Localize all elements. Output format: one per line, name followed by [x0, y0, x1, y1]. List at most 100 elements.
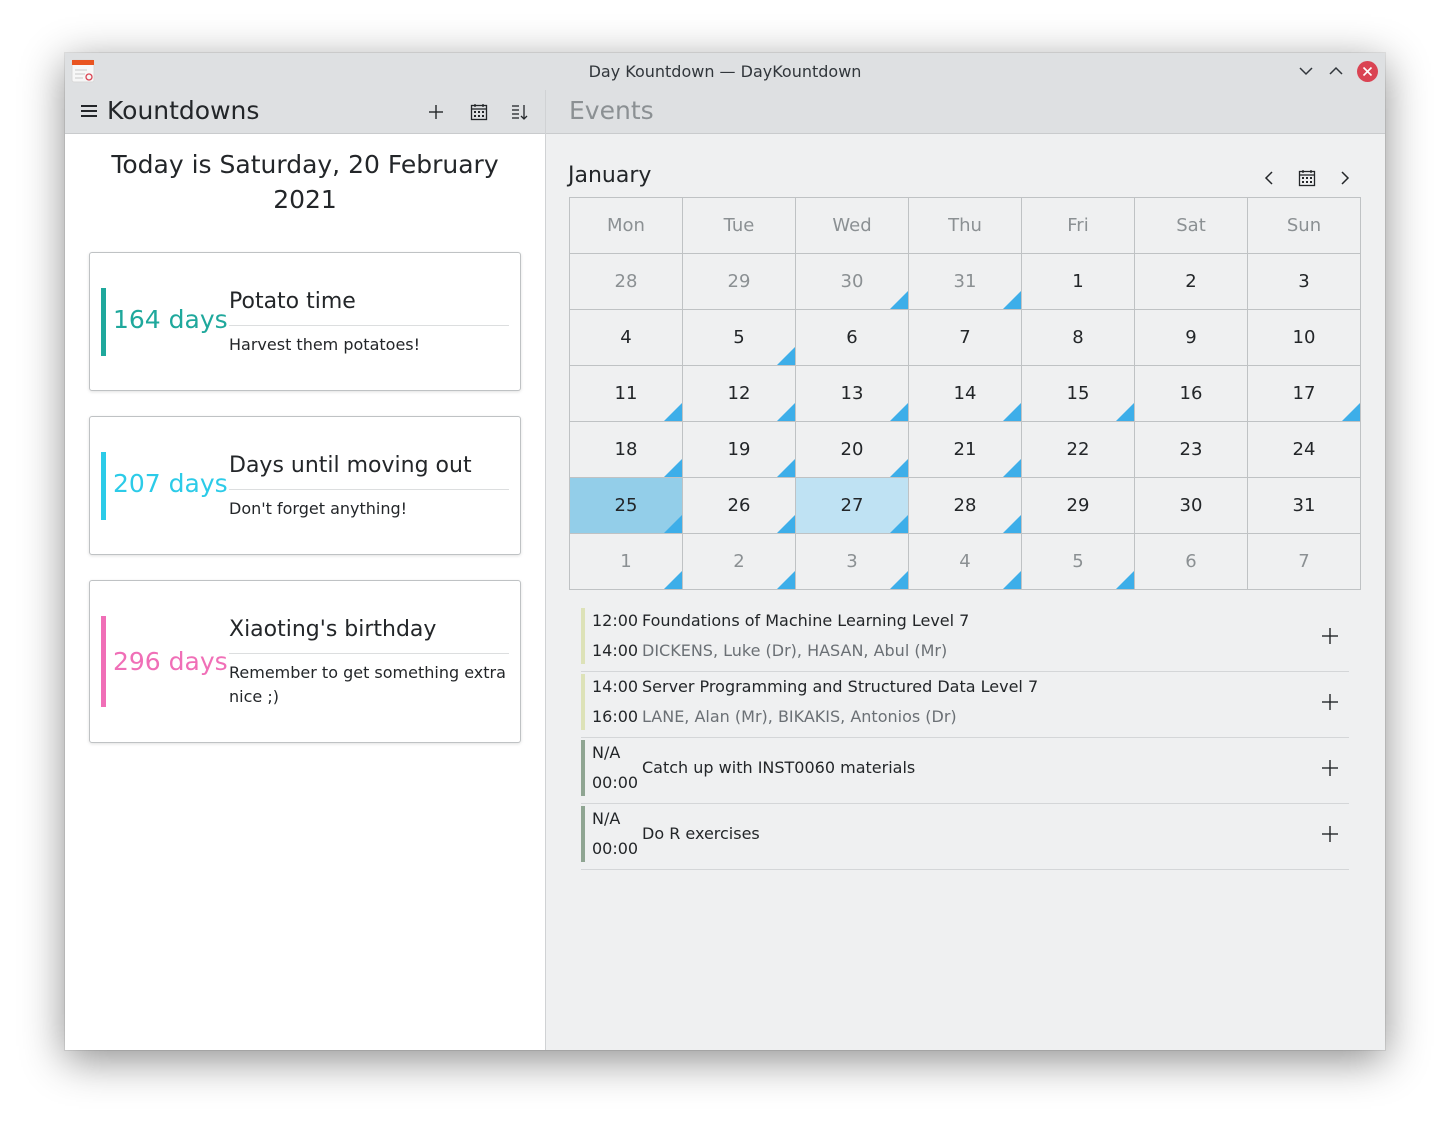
day-number: 25 — [614, 495, 638, 516]
today-label: Today is Saturday, 20 February 2021 — [111, 150, 499, 214]
calendar-day[interactable]: 20 — [796, 422, 909, 478]
chevron-left-icon — [1264, 171, 1273, 185]
next-month-button[interactable] — [1333, 166, 1357, 190]
calendar-day[interactable]: 24 — [1248, 422, 1361, 478]
kountdown-card[interactable]: 296 days Xiaoting's birthday Remember to… — [89, 580, 521, 743]
event-indicator-icon — [1342, 403, 1360, 421]
add-event-icon[interactable] — [1320, 758, 1340, 778]
divider — [229, 325, 509, 326]
sort-icon — [512, 105, 528, 120]
kountdown-card[interactable]: 164 days Potato time Harvest them potato… — [89, 252, 521, 391]
day-number: 5 — [1072, 551, 1084, 572]
calendar-day[interactable]: 29 — [1022, 478, 1135, 534]
day-number: 19 — [727, 439, 751, 460]
calendar-day[interactable]: 29 — [683, 254, 796, 310]
previous-month-button[interactable] — [1257, 166, 1281, 190]
events-title: Events — [569, 96, 654, 125]
add-event-icon[interactable] — [1320, 692, 1340, 712]
weekday-header: Sun — [1248, 198, 1361, 254]
calendar-day[interactable]: 4 — [570, 310, 683, 366]
day-number: 9 — [1185, 327, 1197, 348]
event-start-time: 12:00 — [592, 611, 639, 630]
calendar-day[interactable]: 12 — [683, 366, 796, 422]
calendar-day[interactable]: 10 — [1248, 310, 1361, 366]
calendar-day[interactable]: 6 — [1135, 534, 1248, 590]
day-number: 4 — [959, 551, 971, 572]
calendar-day[interactable]: 8 — [1022, 310, 1135, 366]
close-button[interactable] — [1356, 60, 1378, 82]
calendar-day[interactable]: 2 — [683, 534, 796, 590]
day-number: 17 — [1292, 383, 1316, 404]
calendar-day[interactable]: 7 — [909, 310, 1022, 366]
add-kountdown-button[interactable] — [425, 101, 447, 123]
day-number: 1 — [620, 551, 632, 572]
calendar-day[interactable]: 18 — [570, 422, 683, 478]
maximize-button[interactable] — [1325, 60, 1347, 82]
weekday-header: Thu — [909, 198, 1022, 254]
calendar-day[interactable]: 28 — [570, 254, 683, 310]
title-bar[interactable]: Day Kountdown — DayKountdown — [65, 53, 1385, 90]
calendar-day[interactable]: 11 — [570, 366, 683, 422]
day-number: 29 — [1066, 495, 1090, 516]
event-color-bar — [581, 608, 585, 664]
add-event-icon[interactable] — [1320, 824, 1340, 844]
calendar-day[interactable]: 3 — [1248, 254, 1361, 310]
day-number: 28 — [953, 495, 977, 516]
calendar-day[interactable]: 30 — [796, 254, 909, 310]
event-row[interactable]: N/A 00:00 Do R exercises — [581, 804, 1349, 870]
events-header: Events — [546, 90, 1385, 134]
calendar-day[interactable]: 13 — [796, 366, 909, 422]
sort-button[interactable] — [509, 101, 531, 123]
calendar-day[interactable]: 5 — [1022, 534, 1135, 590]
event-indicator-icon — [777, 515, 795, 533]
calendar-day[interactable]: 16 — [1135, 366, 1248, 422]
calendar-day[interactable]: 15 — [1022, 366, 1135, 422]
divider — [229, 489, 509, 490]
calendar-day[interactable]: 22 — [1022, 422, 1135, 478]
event-indicator-icon — [664, 571, 682, 589]
calendar-day[interactable]: 21 — [909, 422, 1022, 478]
kountdown-description: Remember to get something extra nice ;) — [229, 663, 506, 706]
day-number: 12 — [727, 383, 751, 404]
calendar-day[interactable]: 2 — [1135, 254, 1248, 310]
calendar-day[interactable]: 31 — [909, 254, 1022, 310]
calendar-day[interactable]: 14 — [909, 366, 1022, 422]
calendar-day[interactable]: 1 — [570, 534, 683, 590]
calendar-day[interactable]: 25 — [570, 478, 683, 534]
calendar-day[interactable]: 19 — [683, 422, 796, 478]
minimize-button[interactable] — [1295, 60, 1317, 82]
event-row[interactable]: N/A 00:00 Catch up with INST0060 materials — [581, 738, 1349, 804]
day-number: 7 — [959, 327, 971, 348]
event-indicator-icon — [777, 403, 795, 421]
calendar-day[interactable]: 30 — [1135, 478, 1248, 534]
calendar-day[interactable]: 28 — [909, 478, 1022, 534]
calendar-day[interactable]: 26 — [683, 478, 796, 534]
calendar-day[interactable]: 4 — [909, 534, 1022, 590]
calendar-day[interactable]: 17 — [1248, 366, 1361, 422]
calendar-day[interactable]: 9 — [1135, 310, 1248, 366]
calendar-day[interactable]: 7 — [1248, 534, 1361, 590]
event-indicator-icon — [1003, 291, 1021, 309]
hamburger-menu-icon[interactable] — [80, 103, 98, 119]
calendar-day[interactable]: 6 — [796, 310, 909, 366]
calendar-day[interactable]: 1 — [1022, 254, 1135, 310]
add-event-icon[interactable] — [1320, 626, 1340, 646]
event-row[interactable]: 12:00 14:00 Foundations of Machine Learnin… — [581, 606, 1349, 672]
calendar-button[interactable] — [468, 101, 490, 123]
event-row[interactable]: 14:00 16:00 Server Programming and Structu… — [581, 672, 1349, 738]
calendar-day[interactable]: 31 — [1248, 478, 1361, 534]
close-icon — [1356, 60, 1378, 82]
kountdowns-header: Kountdowns — [65, 90, 545, 134]
calendar-icon — [1298, 170, 1316, 187]
weekday-header: Mon — [570, 198, 683, 254]
kountdown-card[interactable]: 207 days Days until moving out Don't for… — [89, 416, 521, 555]
calendar-day[interactable]: 23 — [1135, 422, 1248, 478]
event-indicator-icon — [1003, 515, 1021, 533]
calendar-day[interactable]: 5 — [683, 310, 796, 366]
event-title: Catch up with INST0060 materials — [642, 758, 916, 777]
day-number: 27 — [840, 495, 864, 516]
event-start-time: N/A — [592, 743, 621, 762]
calendar-day[interactable]: 3 — [796, 534, 909, 590]
today-button[interactable] — [1295, 166, 1319, 190]
calendar-day[interactable]: 27 — [796, 478, 909, 534]
